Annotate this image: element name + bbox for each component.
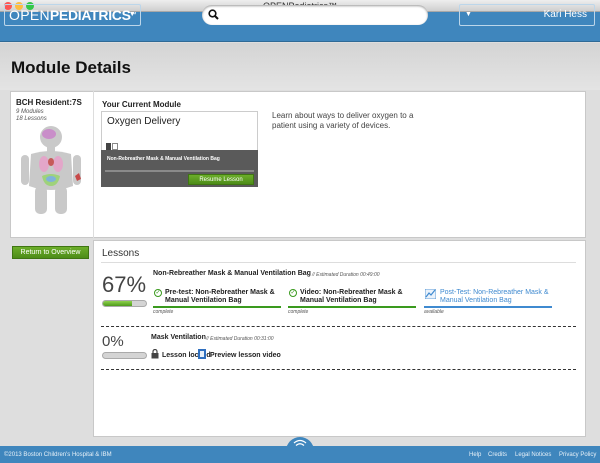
status-line bbox=[288, 306, 416, 308]
resident-name: BCH Resident:7S bbox=[16, 98, 82, 107]
divider bbox=[105, 170, 254, 172]
preview-lesson-video-link[interactable]: Preview lesson video bbox=[210, 352, 281, 359]
search-bar bbox=[202, 5, 428, 25]
lesson-progress-bar bbox=[102, 352, 147, 359]
lesson-part-video[interactable]: Video: Non-Rebreather Mask & Manual Vent… bbox=[300, 289, 418, 305]
lesson-duration: // Estimated Duration 00:49:00 bbox=[312, 272, 380, 278]
module-progress-icon bbox=[106, 143, 118, 150]
lesson-part-status: available bbox=[424, 309, 444, 315]
resident-lessons-count: 18 Lessons bbox=[16, 116, 47, 122]
divider bbox=[101, 326, 576, 327]
module-description: Learn about ways to deliver oxygen to a … bbox=[272, 111, 414, 130]
search-icon bbox=[208, 9, 219, 20]
lesson-percent: 67% bbox=[102, 272, 147, 297]
footer-link-legal-notices[interactable]: Legal Notices bbox=[515, 452, 551, 458]
logo-open: OPEN bbox=[9, 7, 50, 23]
lesson-part-pretest[interactable]: Pre-test: Non-Rebreather Mask & Manual V… bbox=[165, 289, 283, 305]
return-to-overview-button[interactable]: Return to Overview bbox=[12, 246, 89, 259]
logo-menu-button[interactable]: OPENPEDIATRICS™ ▼ bbox=[4, 4, 141, 26]
current-module-heading: Your Current Module bbox=[102, 100, 181, 109]
checkmark-icon: ✓ bbox=[289, 289, 297, 297]
divider bbox=[101, 262, 576, 263]
user-menu-button[interactable]: ▼ Kari Hess bbox=[459, 4, 595, 26]
current-lesson-name: Non-Rebreather Mask & Manual Ventilation… bbox=[107, 156, 220, 162]
lesson-progress-fill bbox=[103, 301, 132, 306]
lessons-heading: Lessons bbox=[102, 248, 140, 259]
lesson-part-status: complete bbox=[153, 309, 174, 315]
user-name: Kari Hess bbox=[543, 9, 587, 20]
lesson-progress-bar bbox=[102, 300, 147, 307]
resume-lesson-button[interactable]: Resume Lesson bbox=[188, 174, 254, 185]
lesson-duration-text: Estimated Duration 00:49:00 bbox=[316, 272, 380, 278]
chevron-down-icon: ▼ bbox=[128, 11, 136, 18]
chart-icon bbox=[425, 289, 436, 299]
film-icon bbox=[198, 349, 206, 359]
status-line bbox=[153, 306, 281, 308]
lesson-duration-text: Estimated Duration 00:31:00 bbox=[210, 336, 274, 342]
lesson-duration: // Estimated Duration 00:31:00 bbox=[206, 336, 274, 342]
lock-icon bbox=[151, 349, 159, 359]
footer-link-help[interactable]: Help bbox=[469, 452, 481, 458]
lesson-title[interactable]: Mask Ventilation bbox=[151, 334, 206, 341]
footer-copyright: ©2013 Boston Children's Hospital & IBM bbox=[4, 452, 112, 458]
current-module-name: Oxygen Delivery bbox=[107, 116, 181, 127]
divider bbox=[101, 369, 576, 370]
footer-link-privacy-policy[interactable]: Privacy Policy bbox=[559, 452, 596, 458]
status-line bbox=[424, 306, 552, 308]
search-input[interactable] bbox=[222, 8, 418, 22]
footer-link-credits[interactable]: Credits bbox=[488, 452, 507, 458]
checkmark-icon: ✓ bbox=[154, 289, 162, 297]
chevron-down-icon: ▼ bbox=[465, 11, 472, 18]
resident-modules-count: 9 Modules bbox=[16, 109, 44, 115]
page-title: Module Details bbox=[11, 58, 131, 77]
lesson-percent: 0% bbox=[102, 333, 124, 350]
lesson-part-posttest[interactable]: Post-Test: Non-Rebreather Mask & Manual … bbox=[440, 289, 558, 305]
lesson-title[interactable]: Non-Rebreather Mask & Manual Ventilation… bbox=[153, 270, 311, 277]
logo-pediatrics: PEDIATRICS bbox=[49, 7, 131, 23]
lesson-part-status: complete bbox=[288, 309, 309, 315]
body-illustration bbox=[21, 126, 81, 214]
